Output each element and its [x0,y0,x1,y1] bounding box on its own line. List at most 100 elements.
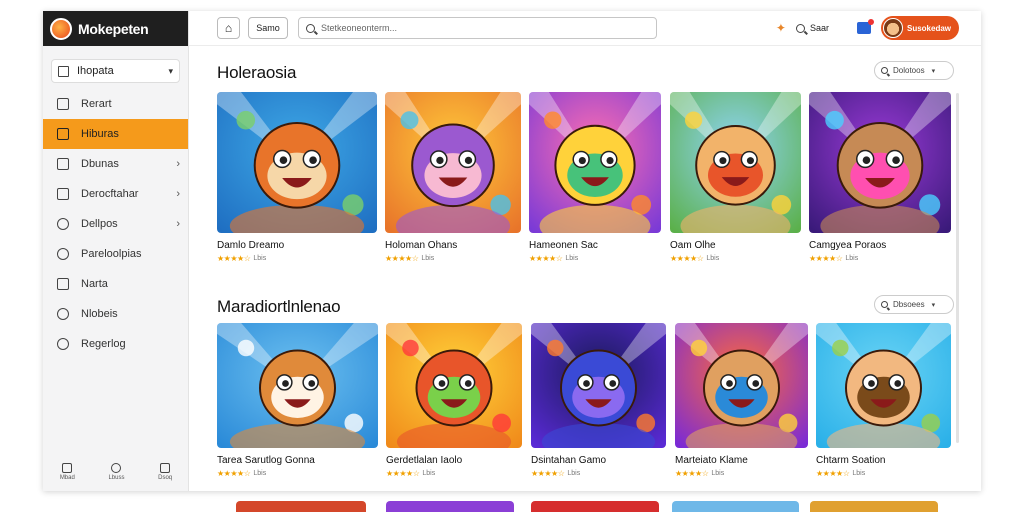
game-thumbnail[interactable] [670,92,801,233]
game-title[interactable]: Chtarm Soation [816,455,885,466]
section-title: Maradiortlnlenao [217,297,341,316]
search-placeholder: Stetkeoneonterm... [321,23,398,33]
star-rating-icon: ★★★★☆ [670,254,704,263]
filter-label: Dbsoees [893,300,925,309]
game-card[interactable]: Marteiato Klame ★★★★☆ Lbis [675,323,808,490]
search-icon [306,23,315,33]
avatar [882,18,903,38]
game-thumbnail[interactable] [217,323,378,448]
section-filter-button[interactable]: Dolotoos ▾ [874,61,954,80]
section-filter-button[interactable]: Dbsoees ▾ [874,295,954,314]
star-rating-icon: ★★★★☆ [386,469,420,478]
game-title[interactable]: Gerdetlalan Iaolo [386,455,462,466]
home-button[interactable]: ⌂ [217,17,240,39]
game-rating-count: Lbis [852,470,866,477]
game-thumbnail[interactable] [385,92,521,233]
game-card[interactable]: Dsintahan Gamo ★★★★☆ Lbis [531,323,666,490]
brand-logo-icon [50,17,72,40]
search-input[interactable]: Stetkeoneonterm... [298,17,657,39]
sidebar: Mokepeten Ihopata ▾ Rerart Hiburas Dbuna… [43,11,189,491]
cart-icon[interactable] [856,19,874,34]
game-card[interactable]: Damlo Dreamo ★★★★☆ Lbis [217,92,377,275]
star-rating-icon: ★★★★☆ [217,254,251,263]
top-right-actions: ✦ Saar Susokedaw [776,15,959,41]
sidebar-item-1[interactable]: Hiburas [43,119,188,149]
sidebar-item-label: Regerlog [81,338,126,350]
chevron-down-icon: ▾ [931,67,936,75]
chart-icon [57,278,69,290]
sidebar-item-6[interactable]: Narta [43,269,188,299]
bottom-tab-label: Mbad [59,475,75,481]
star-rating-icon: ★★★★☆ [809,254,843,263]
game-rating-count: Lbis [706,255,720,262]
chart-icon [58,65,69,77]
sidebar-item-label: Derocftahar [81,188,139,200]
game-thumbnail[interactable] [531,323,666,448]
game-title[interactable]: Damlo Dreamo [217,240,284,251]
chevron-down-icon: ▾ [168,65,173,76]
sidebar-item-5[interactable]: Pareloolpias [43,239,188,269]
category-select[interactable]: Ihopata ▾ [51,59,180,83]
filter-label: Dolotoos [893,66,925,75]
game-card[interactable]: Gerdetlalan Iaolo ★★★★☆ Lbis [386,323,522,490]
game-rating: ★★★★☆ Lbis [809,254,858,263]
game-thumbnail[interactable] [529,92,661,233]
game-title[interactable]: Dsintahan Gamo [531,455,606,466]
star-rating-icon: ★★★★☆ [816,469,850,478]
game-card[interactable]: Tarea Sarutlog Gonna ★★★★☆ Lbis [217,323,378,490]
star-rating-icon: ★★★★☆ [217,469,251,478]
game-title[interactable]: Oam Olhe [670,240,716,251]
sidebar-item-4[interactable]: Dellpos › [43,209,188,239]
game-card[interactable]: Camgyea Poraos ★★★★☆ Lbis [809,92,951,275]
game-title[interactable]: Holoman Ohans [385,240,457,251]
quick-search-button[interactable]: Saar [795,23,829,33]
link-icon [57,248,69,260]
sidebar-item-2[interactable]: Dbunas › [43,149,188,179]
game-title[interactable]: Tarea Sarutlog Gonna [217,455,315,466]
bottom-tab-home[interactable]: Mbad [60,463,75,481]
game-title[interactable]: Marteiato Klame [675,455,748,466]
game-card[interactable]: Oam Olhe ★★★★☆ Lbis [670,92,801,275]
sidebar-item-3[interactable]: Derocftahar › [43,179,188,209]
bottom-tab-timer[interactable]: Lbuss [108,463,124,481]
game-card[interactable]: Holoman Ohans ★★★★☆ Lbis [385,92,521,275]
game-thumbnail[interactable] [809,92,951,233]
small-button[interactable]: Samo [248,17,288,39]
game-thumbnail[interactable] [675,323,808,448]
game-rating: ★★★★☆ Lbis [816,469,865,478]
star-rating-icon: ★★★★☆ [529,254,563,263]
search-icon [881,67,888,74]
game-title[interactable]: Camgyea Poraos [809,240,886,251]
user-menu[interactable]: Susokedaw [880,16,959,40]
game-thumbnail[interactable] [217,92,377,233]
game-card[interactable]: Hameonen Sac ★★★★☆ Lbis [529,92,661,275]
document-icon [57,158,69,170]
game-rating-count: Lbis [565,255,579,262]
game-thumbnail[interactable] [816,323,951,448]
chevron-right-icon: › [176,188,180,200]
chevron-right-icon: › [176,158,180,170]
sidebar-item-7[interactable]: Nlobeis [43,299,188,329]
game-thumbnail[interactable] [386,323,522,448]
chevron-right-icon: › [176,218,180,230]
brand[interactable]: Mokepeten [43,11,188,46]
game-rating-count: Lbis [567,470,581,477]
game-card[interactable]: Chtarm Soation ★★★★☆ Lbis [816,323,951,490]
bottom-tab-chat[interactable]: Dsoq [158,463,172,481]
game-title[interactable]: Hameonen Sac [529,240,598,251]
scrollbar[interactable] [956,93,959,443]
stopwatch-icon [111,463,122,473]
folder-icon [57,188,69,200]
flame-icon[interactable]: ✦ [776,21,786,35]
brand-name: Mokepeten [78,20,149,37]
game-rating: ★★★★☆ Lbis [217,469,266,478]
game-rating: ★★★★☆ Lbis [217,254,266,263]
grid-icon [57,128,69,140]
game-rating: ★★★★☆ Lbis [529,254,578,263]
game-rating: ★★★★☆ Lbis [386,469,435,478]
star-rating-icon: ★★★★☆ [531,469,565,478]
sidebar-item-0[interactable]: Rerart [43,89,188,119]
game-rating-count: Lbis [253,255,267,262]
sidebar-item-8[interactable]: Regerlog [43,329,188,359]
app-window: Mokepeten Ihopata ▾ Rerart Hiburas Dbuna… [43,11,981,491]
